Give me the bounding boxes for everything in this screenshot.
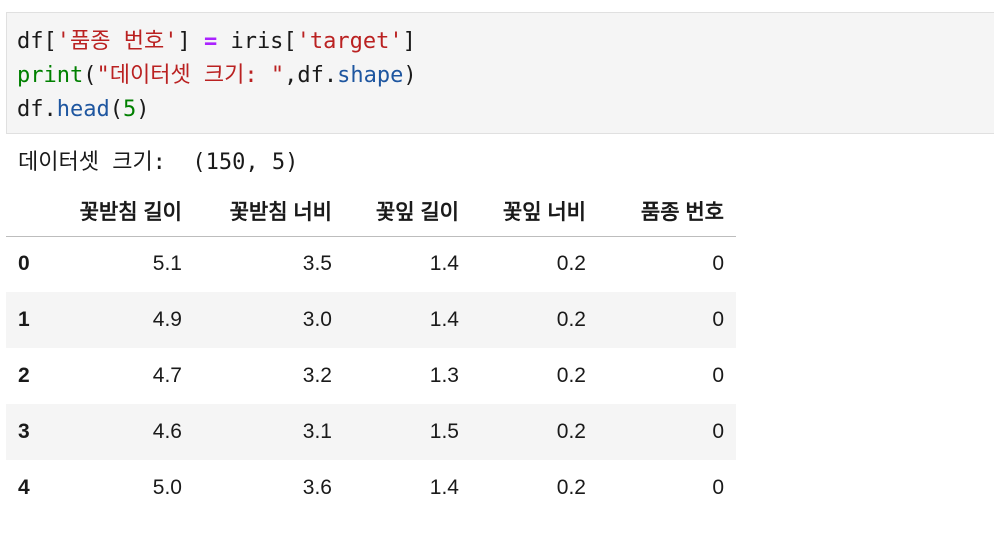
table-cell: 1.3: [429, 364, 459, 387]
column-header: 꽃잎 너비: [471, 186, 598, 237]
table-cell: 0.2: [556, 252, 586, 276]
code-attribute: head: [56, 97, 110, 122]
table-cell: 4.9: [152, 308, 182, 331]
table-cell: 4.7: [152, 364, 182, 387]
table-row: 3 4.6 3.1 1.5 0.2 0: [6, 404, 736, 460]
table-cell: 0: [712, 364, 724, 387]
table-cell: 3.0: [302, 308, 332, 331]
code-builtin: print: [17, 63, 84, 88]
code-token: ): [136, 97, 150, 122]
code-line-3: df.head(5): [17, 93, 994, 127]
code-token: (: [83, 63, 97, 88]
table-cell: 3.5: [302, 252, 332, 276]
table-cell: 5.0: [152, 476, 182, 499]
table-cell: 0.2: [556, 420, 586, 443]
table-row: 2 4.7 3.2 1.3 0.2 0: [6, 348, 736, 404]
table-cell: 5.1: [152, 252, 182, 276]
table-cell: 1.4: [429, 308, 459, 331]
code-token: ,df.: [284, 63, 338, 88]
row-index: 4: [18, 476, 30, 499]
table-row: 4 5.0 3.6 1.4 0.2 0: [6, 460, 736, 516]
table-cell: 0.2: [556, 476, 586, 499]
code-token: df.: [17, 97, 57, 122]
table-cell: 0.2: [556, 364, 586, 387]
code-cell[interactable]: df['품종 번호'] = iris['target'] print("데이터셋…: [6, 12, 994, 134]
column-header: 꽃받침 길이: [56, 186, 194, 237]
code-line-2: print("데이터셋 크기: ",df.shape): [17, 59, 994, 93]
table-cell: 3.6: [302, 476, 332, 499]
code-string: "데이터셋 크기: ": [96, 63, 285, 88]
table-cell: 1.4: [429, 252, 459, 276]
row-index: 3: [18, 420, 30, 443]
table-header-row: 꽃받침 길이 꽃받침 너비 꽃잎 길이 꽃잎 너비 품종 번호: [6, 186, 736, 237]
table-cell: 1.5: [429, 420, 459, 443]
output-stdout: 데이터셋 크기: (150, 5): [18, 150, 299, 175]
table-row: 1 4.9 3.0 1.4 0.2 0: [6, 292, 736, 348]
table-cell: 1.4: [429, 476, 459, 499]
table-cell: 4.6: [152, 420, 182, 443]
code-token: ]: [402, 29, 416, 54]
code-token: iris[: [217, 29, 297, 54]
table-cell: 0.2: [556, 308, 586, 331]
column-header: 꽃잎 길이: [344, 186, 471, 237]
code-token: ): [403, 63, 417, 88]
index-header: [6, 186, 56, 237]
column-header: 품종 번호: [598, 186, 736, 237]
dataframe-table: 꽃받침 길이 꽃받침 너비 꽃잎 길이 꽃잎 너비 품종 번호 0 5.1 3.…: [6, 186, 736, 516]
code-attribute: shape: [337, 63, 404, 88]
code-string: 'target': [296, 29, 403, 54]
code-number: 5: [122, 97, 137, 122]
table-cell: 0: [712, 420, 724, 443]
code-operator: =: [203, 29, 218, 54]
row-index: 1: [18, 308, 30, 331]
table-cell: 3.1: [302, 420, 332, 443]
row-index: 0: [18, 252, 30, 276]
code-token: ]: [177, 29, 204, 54]
code-token: (: [109, 97, 123, 122]
table-row: 0 5.1 3.5 1.4 0.2 0: [6, 236, 736, 292]
code-token: df[: [17, 29, 57, 54]
table-cell: 0: [712, 308, 724, 331]
column-header: 꽃받침 너비: [194, 186, 344, 237]
code-line-1: df['품종 번호'] = iris['target']: [17, 25, 994, 59]
row-index: 2: [18, 364, 30, 387]
table-cell: 0: [712, 476, 724, 499]
table-cell: 3.2: [302, 364, 332, 387]
table-cell: 0: [712, 252, 724, 276]
code-string: '품종 번호': [56, 29, 178, 54]
